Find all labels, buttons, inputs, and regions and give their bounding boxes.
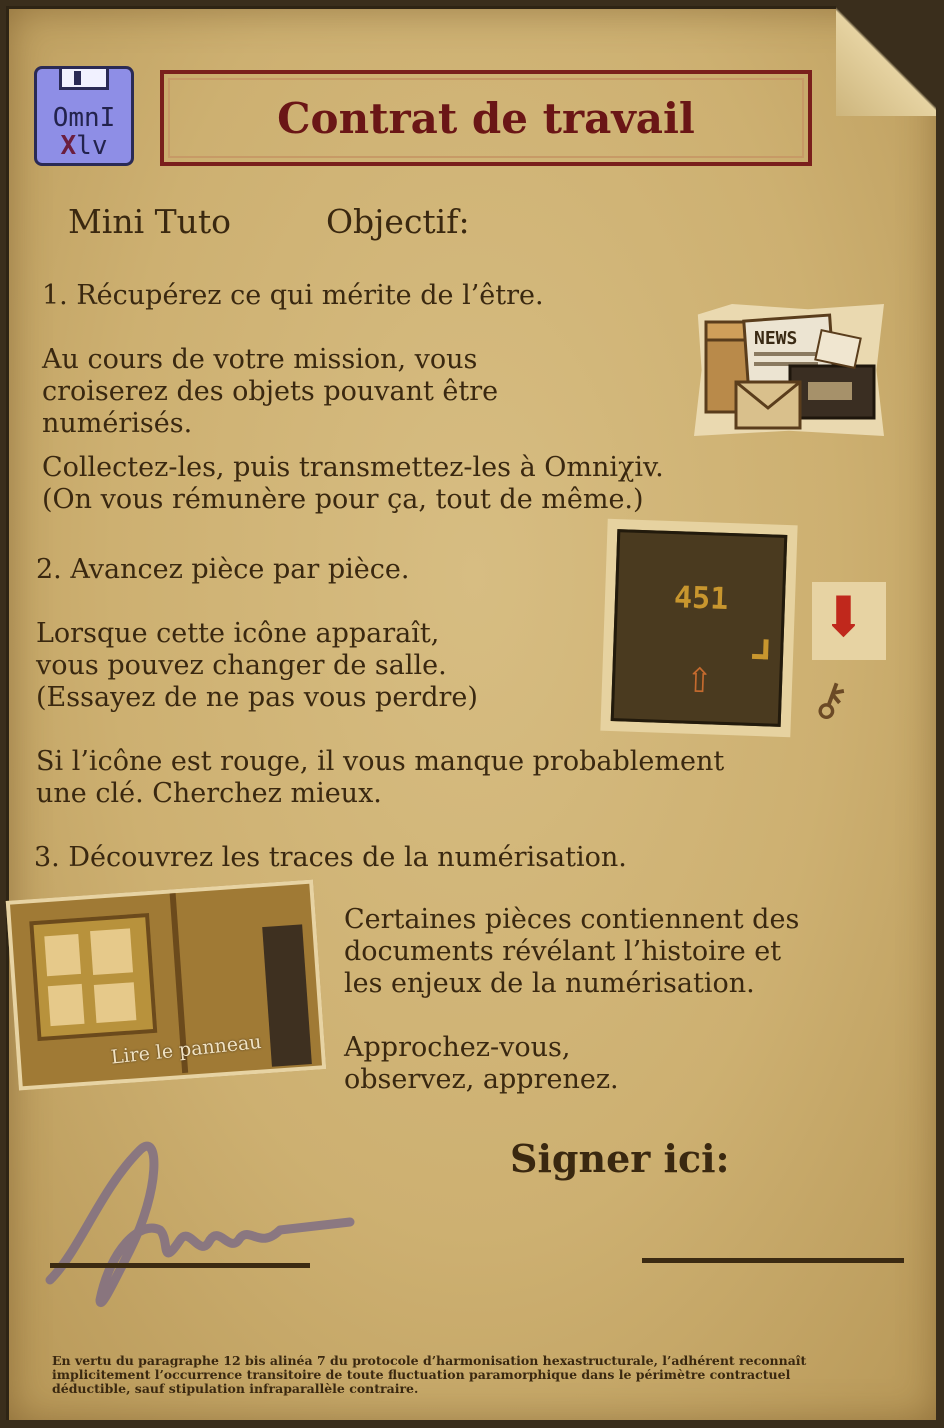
step3-text-line: documents révélant l’histoire et xyxy=(344,936,782,967)
door-handle xyxy=(751,638,769,660)
step1-text-line: Au cours de votre mission, vous xyxy=(42,344,478,375)
news-box-icon: NEWS xyxy=(694,304,884,436)
fine-print-line: En vertu du paragraphe 12 bis alinéa 7 d… xyxy=(52,1353,807,1368)
news-label: NEWS xyxy=(754,328,797,349)
signature-icon xyxy=(45,1141,355,1307)
step2-text-line: Si l’icône est rouge, il vous manque pro… xyxy=(36,746,725,777)
fine-print-line: déductible, sauf stipulation infraparall… xyxy=(52,1381,419,1396)
step3-text-line: les enjeux de la numérisation. xyxy=(344,968,755,999)
floppy-shutter xyxy=(59,66,109,90)
step1-text-line: Collectez-les, puis transmettez-les à Om… xyxy=(42,452,664,483)
step1-text-line: numérisés. xyxy=(42,408,193,439)
step2-text-line: une clé. Cherchez mieux. xyxy=(36,778,382,809)
logo-text-line2: Xlv xyxy=(60,131,108,161)
door-number: 451 xyxy=(673,580,729,617)
red-arrow-icon: ⬇ xyxy=(820,585,867,650)
signature-line-left xyxy=(50,1263,310,1268)
step2-text-line: Lorsque cette icône apparaît, xyxy=(36,618,440,649)
folded-corner xyxy=(836,6,936,116)
sign-here-label: Signer ici: xyxy=(510,1136,730,1181)
door-icon: 451 ⇧ xyxy=(610,529,788,727)
step3-heading: 3. Découvrez les traces de la numérisati… xyxy=(34,842,627,873)
step2-text-line: (Essayez de ne pas vous perdre) xyxy=(36,682,478,713)
door-image: 451 ⇧ xyxy=(600,518,798,738)
up-arrow-icon: ⇧ xyxy=(684,660,715,702)
step2-heading: 2. Avancez pièce par pièce. xyxy=(36,554,410,585)
step1-heading: 1. Récupérez ce qui mérite de l’être. xyxy=(42,280,544,311)
step3-text-line: Approchez-vous, xyxy=(344,1032,571,1063)
floppy-disk-logo-icon: OmnI Xlv xyxy=(34,66,134,166)
step2-text-line: vous pouvez changer de salle. xyxy=(36,650,447,681)
step3-text-line: observez, apprenez. xyxy=(344,1064,619,1095)
fine-print-line: implicitement l’occurrence transitoire d… xyxy=(52,1367,791,1382)
step1-text-line: croiserez des objets pouvant être xyxy=(42,376,499,407)
objectif-heading: Objectif: xyxy=(326,202,470,241)
notice-board xyxy=(29,913,158,1042)
title-box: Contrat de travail xyxy=(160,70,812,166)
mini-tuto-heading: Mini Tuto xyxy=(68,202,232,241)
page-title: Contrat de travail xyxy=(277,93,695,143)
news-box-illustration: NEWS xyxy=(704,313,876,430)
step3-text-line: Certaines pièces contiennent des xyxy=(344,904,800,935)
logo-text-line1: OmnI xyxy=(52,103,116,133)
panel-screenshot: Lire le panneau xyxy=(5,879,327,1091)
step1-text-line: (On vous rémunère pour ça, tout de même.… xyxy=(42,484,644,515)
signature-line[interactable] xyxy=(642,1258,904,1263)
